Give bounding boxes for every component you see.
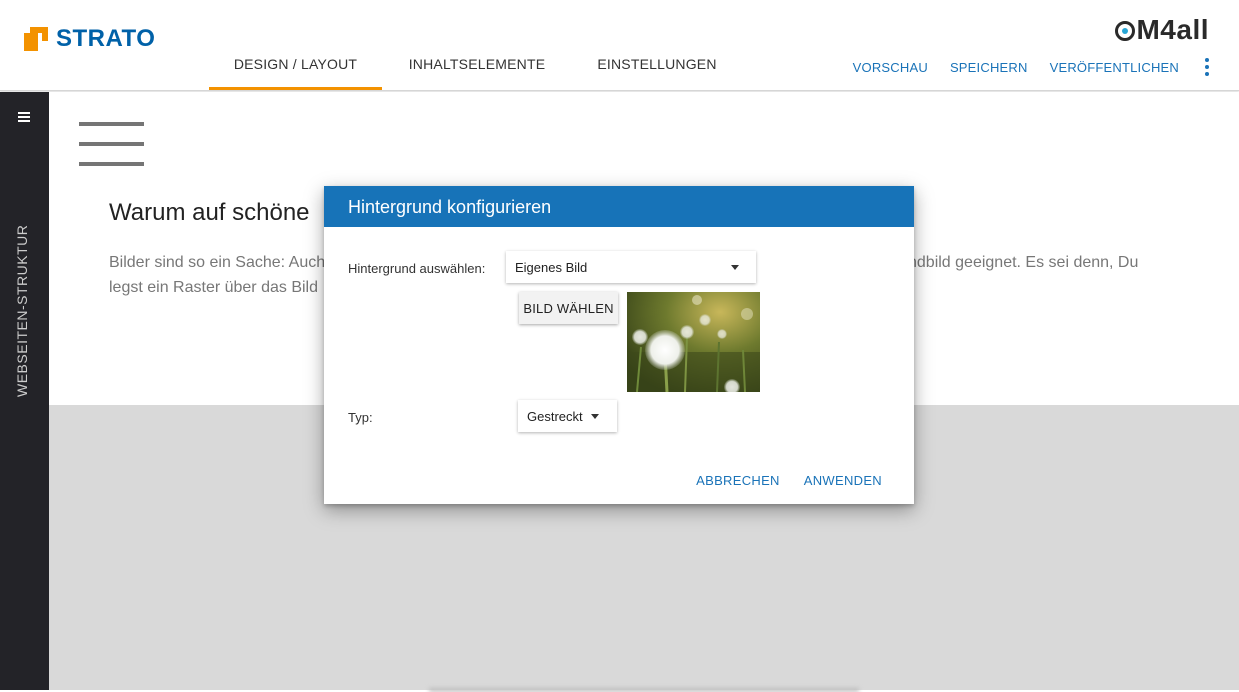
tab-inhaltselemente[interactable]: INHALTSELEMENTE: [382, 0, 572, 90]
strato-logo[interactable]: STRATO: [24, 25, 156, 52]
background-select[interactable]: Eigenes Bild: [506, 251, 756, 283]
type-select-label: Typ:: [348, 410, 373, 425]
chevron-down-icon: [731, 265, 739, 270]
kebab-menu-icon[interactable]: [1205, 58, 1209, 76]
background-select-label: Hintergrund auswählen:: [348, 261, 486, 276]
apply-button[interactable]: ANWENDEN: [804, 473, 882, 488]
main-tabs: DESIGN / LAYOUT INHALTSELEMENTE EINSTELL…: [209, 0, 742, 90]
background-select-value: Eigenes Bild: [515, 260, 588, 275]
save-button[interactable]: SPEICHERN: [950, 60, 1028, 75]
header-actions: VORSCHAU SPEICHERN VERÖFFENTLICHEN: [831, 58, 1209, 76]
website-structure-sidebar: WEBSEITEN-STRUKTUR: [0, 92, 49, 690]
cancel-button[interactable]: ABBRECHEN: [696, 473, 780, 488]
top-header: STRATO DESIGN / LAYOUT INHALTSELEMENTE E…: [0, 0, 1239, 91]
sidebar-label[interactable]: WEBSEITEN-STRUKTUR: [14, 225, 30, 397]
tab-design-layout[interactable]: DESIGN / LAYOUT: [209, 0, 382, 90]
strato-logo-icon: [24, 27, 48, 51]
type-select-value: Gestreckt: [527, 409, 583, 424]
hamburger-icon[interactable]: [18, 112, 30, 124]
dialog-actions: ABBRECHEN ANWENDEN: [696, 473, 882, 488]
background-config-dialog: Hintergrund konfigurieren Hintergrund au…: [324, 186, 914, 504]
preview-button[interactable]: VORSCHAU: [853, 60, 928, 75]
paragraph-line1-right: ndbild geeignet. Es sei denn, Du: [908, 254, 1139, 271]
background-image-thumbnail[interactable]: [627, 292, 760, 392]
cm4all-logo-suffix: M4all: [1136, 14, 1209, 45]
choose-image-button[interactable]: BILD WÄHLEN: [519, 292, 618, 324]
publish-button[interactable]: VERÖFFENTLICHEN: [1050, 60, 1179, 75]
page-heading: Warum auf schöne: [109, 199, 310, 226]
cm4all-logo-icon: [1115, 21, 1136, 41]
cm4all-logo: CM4all: [1114, 14, 1209, 46]
strato-logo-text: STRATO: [56, 25, 156, 52]
dandelion-image: [627, 292, 760, 392]
paragraph-line1-left: Bilder sind so ein Sache: Auch: [109, 254, 326, 271]
type-select[interactable]: Gestreckt: [518, 400, 617, 432]
page-menu-icon[interactable]: [79, 122, 144, 182]
tab-einstellungen[interactable]: EINSTELLUNGEN: [572, 0, 742, 90]
element-shadow: [429, 688, 859, 692]
chevron-down-icon: [591, 414, 599, 419]
dialog-title: Hintergrund konfigurieren: [324, 186, 914, 227]
